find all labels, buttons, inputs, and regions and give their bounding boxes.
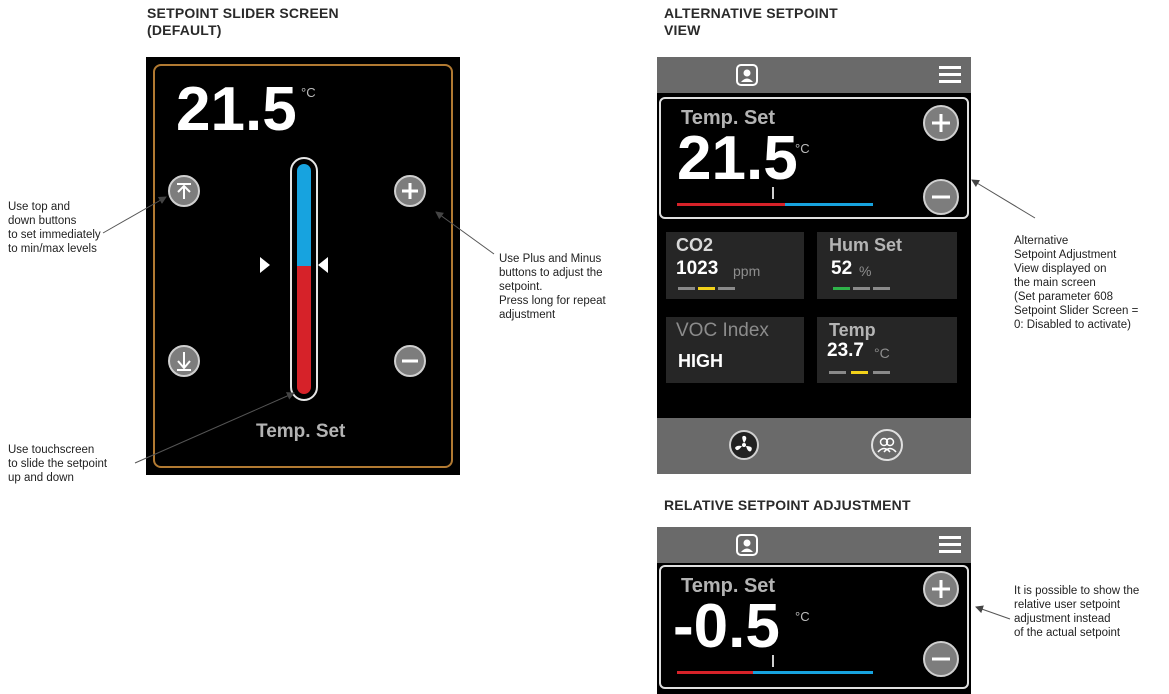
card-bar-upper [785, 203, 873, 206]
note-relative-setpoint: It is possible to show the relative user… [1014, 585, 1140, 639]
minus-icon [932, 657, 950, 661]
alt-title-line2: VIEW [664, 22, 701, 38]
voc-value: HIGH [678, 351, 723, 371]
relative-setpoint-screen: Temp. Set -0.5 °C [657, 527, 971, 694]
hum-seg-1 [833, 287, 850, 290]
hum-title: Hum Set [829, 235, 903, 255]
card-minus-button[interactable] [923, 179, 959, 215]
relative-plus-button[interactable] [923, 571, 959, 607]
card-setpoint-value: 21.5 [677, 124, 798, 193]
setpoint-card: Temp. Set 21.5 °C [659, 97, 969, 219]
menu-icon[interactable] [939, 536, 961, 554]
plus-icon [932, 580, 950, 598]
hum-seg-2 [853, 287, 870, 290]
home-person-icon[interactable] [734, 532, 760, 558]
co2-seg-2 [698, 287, 715, 290]
bottom-bar [657, 418, 971, 474]
fan-icon [735, 435, 752, 452]
card-bar-marker [772, 187, 774, 199]
relative-top-bar [657, 527, 971, 563]
co2-value: 1023 [676, 258, 719, 279]
temp-seg-1 [829, 371, 846, 374]
relative-setpoint-card: Temp. Set -0.5 °C [659, 565, 969, 689]
note-alternative-view: Alternative Setpoint Adjustment View dis… [1014, 235, 1139, 331]
temp-title: Temp [829, 320, 876, 340]
temp-unit: °C [874, 345, 890, 361]
plus-icon [932, 114, 950, 132]
card-setpoint-unit: °C [795, 141, 810, 156]
relative-section-title: RELATIVE SETPOINT ADJUSTMENT [664, 497, 911, 513]
relative-bar-upper [753, 671, 873, 674]
alternative-setpoint-screen: Temp. Set 21.5 °C CO2 1023 ppm Hum Set 5… [657, 57, 971, 474]
temp-tile[interactable]: Temp 23.7 °C [817, 317, 957, 383]
hum-seg-3 [873, 287, 890, 290]
co2-title: CO2 [676, 235, 714, 255]
users-button[interactable] [871, 429, 903, 461]
co2-unit: ppm [733, 263, 761, 279]
co2-seg-1 [678, 287, 695, 290]
relative-setpoint-unit: °C [795, 609, 810, 624]
relative-minus-button[interactable] [923, 641, 959, 677]
users-icon [877, 437, 897, 453]
hum-unit: % [859, 263, 872, 279]
temp-value: 23.7 [827, 340, 864, 361]
hum-value: 52 [831, 258, 853, 279]
temp-seg-3 [873, 371, 890, 374]
fan-button[interactable] [729, 430, 759, 460]
minus-icon [932, 195, 950, 199]
annotation-arrows [102, 179, 1036, 620]
relative-bar-lower [677, 671, 753, 674]
co2-seg-3 [718, 287, 735, 290]
menu-icon[interactable] [939, 66, 961, 84]
co2-tile[interactable]: CO2 1023 ppm [666, 232, 804, 299]
alt-title-line1: ALTERNATIVE SETPOINT [664, 5, 838, 21]
hum-tile[interactable]: Hum Set 52 % [817, 232, 957, 299]
card-plus-button[interactable] [923, 105, 959, 141]
voc-tile[interactable]: VOC Index HIGH [666, 317, 804, 383]
alt-section-title: ALTERNATIVE SETPOINT VIEW [664, 5, 838, 39]
home-person-icon[interactable] [734, 62, 760, 88]
temp-seg-2 [851, 371, 868, 374]
card-bar-lower [677, 203, 785, 206]
relative-bar-marker [772, 655, 774, 667]
voc-title: VOC Index [676, 320, 769, 341]
relative-setpoint-value: -0.5 [673, 592, 780, 661]
top-bar [657, 57, 971, 93]
